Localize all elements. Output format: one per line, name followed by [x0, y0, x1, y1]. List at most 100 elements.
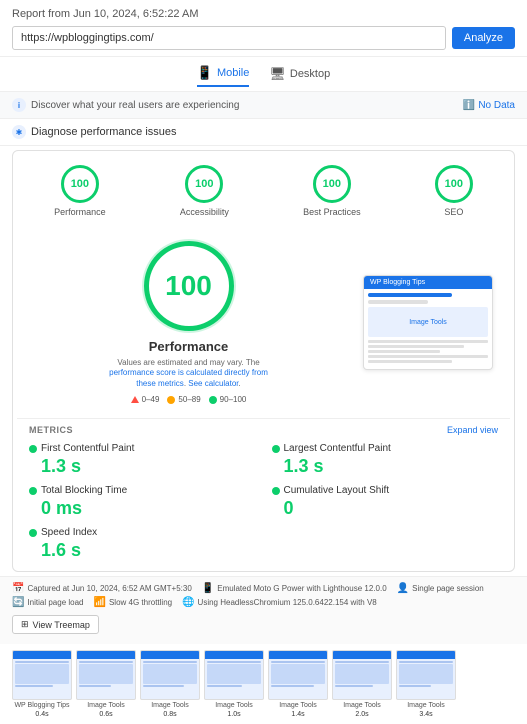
thumb-box-0 [15, 664, 69, 684]
report-title: Report from Jun 10, 2024, 6:52:22 AM [12, 8, 515, 20]
thumb-3: Image Tools 1.0s [204, 650, 264, 718]
diagnose-bar: ✱ Diagnose performance issues [0, 119, 527, 146]
preview-image-box: Image Tools [368, 307, 488, 337]
view-treemap-label: View Treemap [33, 620, 90, 630]
score-circle-accessibility: 100 [185, 165, 223, 203]
thumb-4: Image Tools 1.4s [268, 650, 328, 718]
metric-dot-lcp [272, 445, 280, 453]
thumb-2: Image Tools 0.8s [140, 650, 200, 718]
score-label-seo: SEO [444, 207, 463, 217]
device-tabs: 📱 Mobile 🖥 Desktop [0, 57, 527, 92]
calendar-icon: 📅 [12, 583, 24, 594]
metric-si: Speed Index 1.6 s [29, 527, 256, 561]
footer-captured-text: Captured at Jun 10, 2024, 6:52 AM GMT+5:… [27, 584, 191, 593]
thumb-time-3: 1.0s [227, 711, 240, 718]
footer-throttle-text: Slow 4G throttling [109, 598, 172, 607]
preview-line-2 [368, 300, 428, 304]
thumb-time-1: 0.6s [99, 711, 112, 718]
thumb-time-6: 3.4s [419, 711, 432, 718]
main-score-title: Performance [149, 339, 228, 354]
thumb-body-6 [397, 659, 455, 690]
thumb-label-5: Image Tools [343, 702, 381, 709]
metrics-header: METRICS Expand view [29, 425, 498, 435]
preview-card: WP Blogging Tips Image Tools [363, 275, 493, 370]
thumb-card-0 [12, 650, 72, 700]
preview-line-1 [368, 293, 452, 297]
analyze-button[interactable]: Analyze [452, 27, 515, 49]
main-score-circle: 100 [144, 241, 234, 331]
thumb-label-1: Image Tools [87, 702, 125, 709]
legend-pass-range: 90–100 [220, 395, 247, 404]
metric-value-lcp: 1.3 s [284, 456, 499, 477]
preview-mini-line-1 [368, 340, 488, 343]
thumb-0: WP Blogging Tips 0.4s [12, 650, 72, 718]
url-input[interactable] [12, 26, 446, 50]
diagnose-icon: ✱ [12, 125, 26, 139]
thumb-time-5: 2.0s [355, 711, 368, 718]
real-users-bar: i Discover what your real users are expe… [0, 92, 527, 119]
person-icon: 👤 [397, 583, 409, 594]
score-best-practices: 100 Best Practices [303, 165, 361, 217]
phone-icon: 📱 [202, 583, 214, 594]
main-score-section: 100 Performance Values are estimated and… [17, 223, 510, 419]
legend-pass: 90–100 [209, 395, 247, 404]
thumb-body-4 [269, 659, 327, 690]
tab-desktop[interactable]: 🖥 Desktop [269, 65, 330, 87]
score-circle-performance: 100 [61, 165, 99, 203]
thumb-body-2 [141, 659, 199, 690]
thumbnails-row: WP Blogging Tips 0.4s Image Tools 0.6s I… [0, 644, 527, 724]
footer-pageload-text: Initial page load [27, 598, 83, 607]
score-label-performance: Performance [54, 207, 106, 217]
tab-mobile-label: Mobile [217, 67, 249, 79]
metric-value-cls: 0 [284, 498, 499, 519]
thumb-body-5 [333, 659, 391, 690]
thumb-card-5 [332, 650, 392, 700]
thumb-card-2 [140, 650, 200, 700]
score-label-best-practices: Best Practices [303, 207, 361, 217]
diagnose-text: Diagnose performance issues [31, 126, 177, 138]
preview-header: WP Blogging Tips [364, 276, 492, 289]
preview-body: Image Tools [364, 289, 492, 369]
scores-row: 100 Performance 100 Accessibility 100 Be… [17, 159, 510, 223]
see-calculator-link[interactable]: See calculator [188, 379, 238, 388]
view-treemap-button[interactable]: ⊞ View Treemap [12, 615, 99, 634]
metric-value-tbt: 0 ms [41, 498, 256, 519]
legend-average: 50–89 [167, 395, 200, 404]
legend-fail-range: 0–49 [142, 395, 160, 404]
score-accessibility: 100 Accessibility [180, 165, 229, 217]
pass-icon [209, 396, 217, 404]
average-icon [167, 396, 175, 404]
metric-name-fcp: First Contentful Paint [41, 443, 134, 454]
thumb-header-0 [13, 651, 71, 659]
expand-view-button[interactable]: Expand view [447, 425, 498, 435]
thumb-card-1 [76, 650, 136, 700]
thumb-body-3 [205, 659, 263, 690]
score-circle-seo: 100 [435, 165, 473, 203]
main-score-left: 100 Performance Values are estimated and… [29, 231, 348, 414]
info-circle-icon: ℹ️ [463, 100, 475, 111]
thumb-label-4: Image Tools [279, 702, 317, 709]
thumb-label-2: Image Tools [151, 702, 189, 709]
legend-fail: 0–49 [131, 395, 160, 404]
thumb-header-3 [205, 651, 263, 659]
preview-site-name: WP Blogging Tips [370, 279, 425, 286]
metric-dot-fcp [29, 445, 37, 453]
preview-mini-line-2 [368, 345, 464, 348]
footer-session: 👤 Single page session [397, 583, 484, 594]
metric-value-si: 1.6 s [41, 540, 256, 561]
thumb-label-0: WP Blogging Tips [14, 702, 69, 709]
desktop-icon: 🖥 [269, 66, 286, 82]
site-preview: WP Blogging Tips Image Tools [358, 231, 498, 414]
no-data-link[interactable]: ℹ️ No Data [463, 100, 515, 111]
tab-mobile[interactable]: 📱 Mobile [197, 65, 250, 87]
metric-name-si: Speed Index [41, 527, 97, 538]
thumb-header-4 [269, 651, 327, 659]
footer-browser-text: Using HeadlessChromium 125.0.6422.154 wi… [198, 598, 377, 607]
preview-lines-group [368, 340, 488, 363]
signal-icon: 📶 [94, 597, 106, 608]
thumb-card-3 [204, 650, 264, 700]
legend-average-range: 50–89 [178, 395, 200, 404]
metrics-section: METRICS Expand view First Contentful Pai… [17, 419, 510, 567]
metric-tbt: Total Blocking Time 0 ms [29, 485, 256, 519]
score-label-accessibility: Accessibility [180, 207, 229, 217]
